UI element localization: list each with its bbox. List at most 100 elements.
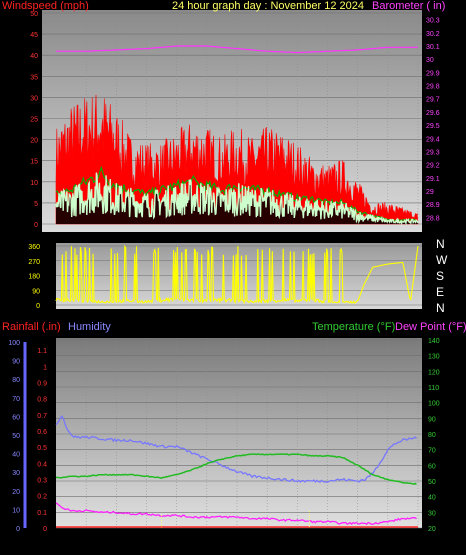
temperature-x-tick-label: 02: [82, 534, 91, 543]
temperature-x-tick-label: 04: [112, 534, 121, 543]
temperature-y-tick-label: 100: [428, 401, 440, 408]
barometer-y-tick-label: 29.4: [426, 136, 440, 143]
barometer-y-tick-label: 30.1: [426, 44, 440, 51]
rainfall-y-tick-label: 0.1: [37, 510, 47, 517]
rainfall-y-axis: 0 0.1 0.2 0.3 0.4 0.5 0.6 0.7 0.8 0.9 1 1.1: [37, 348, 47, 533]
temperature-x-tick-label: 08: [172, 534, 181, 543]
humidity-y-tick-label: 90: [12, 359, 20, 366]
temperature-y-tick-label: 110: [428, 385, 439, 392]
barometer-y-tick-label: 29.8: [426, 84, 440, 91]
rainfall-y-tick-label: 0.6: [37, 429, 47, 436]
barometer-y-tick-label: 30.2: [426, 31, 440, 38]
compass-labels: NWSEN: [436, 237, 448, 315]
humidity-axis-label: Humidity: [68, 321, 111, 333]
rainfall-y-tick-label: 0.5: [37, 445, 47, 452]
temperature-x-tick-label: 00: [414, 534, 423, 543]
barometer-y-tick-label: 29.6: [426, 110, 440, 117]
temperature-y-tick-label: 120: [428, 369, 440, 376]
temperature-x-tick-label: 10: [202, 534, 211, 543]
wind-barometer-panel: 0 5 10 15 20 25 30 35 40 45 50 28.8 28.9 29 29.1 29.2 2…: [2, 0, 445, 240]
wind-x-tick-label: 22: [383, 231, 392, 240]
compass-label: S: [436, 269, 444, 283]
compass-label: E: [436, 285, 444, 299]
wind-x-tick-label: 20: [353, 231, 362, 240]
rainfall-y-tick-label: 0.3: [37, 477, 47, 484]
wind-x-tick-label: 12: [233, 231, 242, 240]
temperature-x-tick-label: 16: [293, 534, 302, 543]
wind-y-tick-label: 50: [30, 11, 38, 18]
rainfall-y-tick-label: 0.9: [37, 380, 47, 387]
windspeed-axis-label: Windspeed (mph): [2, 0, 89, 12]
barometer-y-tick-label: 28.8: [426, 215, 440, 222]
humidity-y-tick-label: 50: [12, 433, 20, 440]
rainfall-axis-label: Rainfall (.in): [2, 321, 61, 333]
temperature-y-tick-label: 30: [428, 510, 436, 517]
humidity-y-tick-label: 60: [12, 414, 20, 421]
wind-y-tick-label: 30: [30, 95, 38, 102]
temperature-x-axis: 02 04 06 08 10 12 14 16 18 20 22 00: [82, 534, 423, 543]
weather-graphs: 0 5 10 15 20 25 30 35 40 45 50 28.8 28.9 29 29.1 29.2 2…: [0, 0, 466, 555]
temperature-y-tick-label: 90: [428, 416, 436, 423]
direction-y-tick-label: 270: [28, 259, 40, 266]
wind-y-tick-label: 5: [34, 201, 38, 208]
temperature-x-tick-label: 22: [383, 534, 392, 543]
temperature-x-tick-label: 14: [263, 534, 272, 543]
wind-x-tick-label: 00: [414, 231, 423, 240]
rainfall-y-tick-label: 1.1: [37, 348, 47, 355]
direction-y-tick-label: 180: [28, 274, 40, 281]
rainfall-y-tick-label: 0.4: [37, 461, 47, 468]
temperature-x-tick-label: 12: [233, 534, 242, 543]
temperature-y-axis: 20 30 40 50 60 70 80 90 100 110 120 130 140: [428, 338, 440, 533]
wind-y-axis: 0 5 10 15 20 25 30 35 40 45 50: [30, 11, 38, 229]
humidity-y-tick-label: 10: [12, 507, 20, 514]
temperature-y-tick-label: 40: [428, 495, 436, 502]
wind-x-tick-label: 04: [112, 231, 121, 240]
direction-y-tick-label: 360: [28, 244, 40, 251]
humidity-y-axis: 0 10 20 30 40 50 60 70 80 90 100: [8, 340, 27, 533]
rainfall-y-tick-label: 0.2: [37, 494, 47, 501]
barometer-y-tick-label: 29.2: [426, 163, 440, 170]
barometer-y-tick-label: 30: [426, 57, 434, 64]
wind-y-tick-label: 45: [30, 32, 38, 39]
barometer-y-axis: 28.8 28.9 29 29.1 29.2 29.3 29.4 29.5 29.6 29.7 29…: [426, 18, 440, 223]
wind-y-tick-label: 15: [30, 159, 38, 166]
direction-y-tick-label: 90: [32, 288, 40, 295]
wind-y-tick-label: 25: [30, 117, 38, 124]
temperature-y-tick-label: 130: [428, 354, 440, 361]
temperature-y-tick-label: 140: [428, 338, 440, 345]
barometer-y-tick-label: 29.1: [426, 176, 440, 183]
barometer-axis-label: Barometer ( in): [372, 0, 445, 12]
wind-y-tick-label: 0: [34, 222, 38, 229]
chart-title: 24 hour graph day : November 12 2024: [172, 0, 364, 12]
wind-x-tick-label: 14: [263, 231, 272, 240]
barometer-y-tick-label: 29.7: [426, 97, 440, 104]
wind-x-tick-label: 02: [82, 231, 91, 240]
barometer-y-tick-label: 29.5: [426, 123, 440, 130]
rainfall-y-tick-label: 0.7: [37, 413, 47, 420]
barometer-y-tick-label: 28.9: [426, 202, 440, 209]
barometer-y-tick-label: 29: [426, 189, 434, 196]
temperature-y-tick-label: 50: [428, 479, 436, 486]
barometer-y-tick-label: 30.3: [426, 18, 440, 25]
temperature-y-tick-label: 80: [428, 432, 436, 439]
wind-y-tick-label: 35: [30, 74, 38, 81]
compass-label: N: [436, 301, 445, 315]
temperature-x-tick-label: 18: [323, 534, 332, 543]
wind-x-tick-label: 08: [172, 231, 181, 240]
humidity-y-tick-label: 40: [12, 452, 20, 459]
wind-y-tick-label: 40: [30, 53, 38, 60]
rainfall-y-tick-label: 1: [43, 364, 47, 371]
temperature-y-tick-label: 60: [428, 463, 436, 470]
wind-x-axis: 02 04 06 08 10 12 14 16 18 20 22 00: [82, 231, 423, 240]
barometer-y-tick-label: 29.9: [426, 70, 440, 77]
rainfall-y-tick-label: 0.8: [37, 397, 47, 404]
compass-label: W: [436, 253, 448, 267]
rainfall-y-tick-label: 0: [43, 526, 47, 533]
compass-label: N: [436, 237, 445, 251]
humidity-y-tick-label: 20: [12, 489, 20, 496]
temperature-humidity-panel: 0102030405060708090100 00.10.20.30.40.50…: [2, 321, 466, 543]
humidity-y-tick-label: 80: [12, 377, 20, 384]
wind-x-tick-label: 10: [202, 231, 211, 240]
direction-y-tick-label: 0: [36, 303, 40, 310]
wind-x-tick-label: 16: [293, 231, 302, 240]
